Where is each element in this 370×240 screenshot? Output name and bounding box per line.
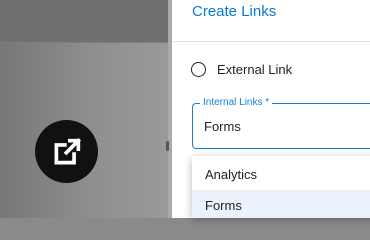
open-in-new-badge[interactable] <box>35 120 98 183</box>
radio-button-icon[interactable] <box>191 61 206 77</box>
background-page <box>0 0 172 218</box>
create-links-panel: Create Links External Link Internal Link… <box>172 0 370 218</box>
dropdown-option-analytics[interactable]: Analytics <box>192 159 370 190</box>
internal-links-dropdown: Analytics Forms <box>192 156 370 218</box>
background-divider-line <box>0 42 172 43</box>
title-divider <box>172 41 370 42</box>
dropdown-option-forms[interactable]: Forms <box>192 190 370 218</box>
internal-links-value: Forms <box>204 119 241 134</box>
external-link-radio[interactable]: External Link <box>191 59 292 79</box>
internal-links-select[interactable]: Internal Links * Forms <box>192 97 370 149</box>
resize-handle[interactable] <box>166 141 169 151</box>
external-link-label: External Link <box>217 61 293 77</box>
open-in-new-icon <box>54 137 81 164</box>
panel-title: Create Links <box>192 3 277 20</box>
internal-links-label: Internal Links * <box>200 97 273 109</box>
background-header <box>0 0 172 42</box>
